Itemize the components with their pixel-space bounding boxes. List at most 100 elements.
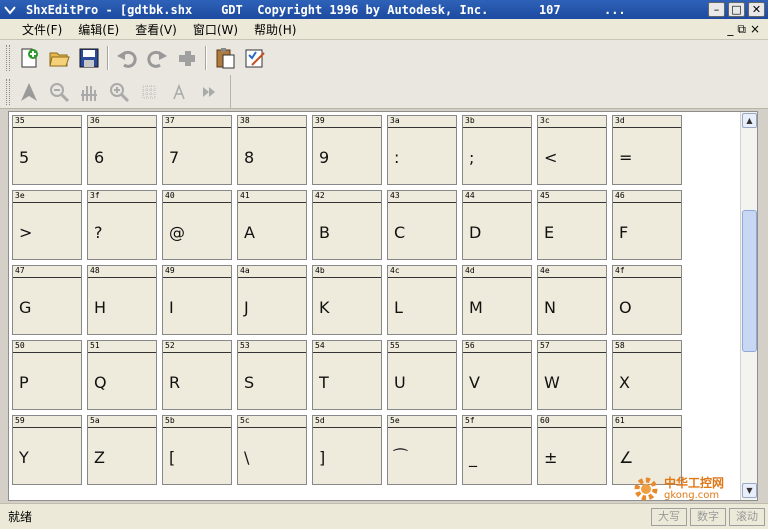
- glyph-cell[interactable]: 3c <: [537, 115, 607, 185]
- glyph-cell[interactable]: 48 H: [87, 265, 157, 335]
- glyph-cell[interactable]: 4f O: [612, 265, 682, 335]
- glyph-header-line: [463, 427, 531, 428]
- glyph-header-line: [238, 277, 306, 278]
- maximize-button[interactable]: □: [728, 2, 745, 17]
- minimize-button[interactable]: –: [708, 2, 725, 17]
- glyph-cell[interactable]: 5e ⁀: [387, 415, 457, 485]
- glyph-cell[interactable]: 53 S: [237, 340, 307, 410]
- zoom-in-icon[interactable]: [106, 79, 132, 105]
- menu-file[interactable]: 文件(F): [14, 21, 70, 38]
- glyph-header-line: [463, 352, 531, 353]
- glyph-cell[interactable]: 50 P: [12, 340, 82, 410]
- glyph-cell[interactable]: 46 F: [612, 190, 682, 260]
- glyph-cell[interactable]: 51 Q: [87, 340, 157, 410]
- pointer-icon[interactable]: [16, 79, 42, 105]
- gear-icon: [634, 477, 658, 501]
- menu-window[interactable]: 窗口(W): [185, 21, 246, 38]
- menu-help[interactable]: 帮助(H): [246, 21, 304, 38]
- glyph-header-line: [163, 277, 231, 278]
- glyph-char: A: [244, 223, 255, 242]
- toolbar-grip[interactable]: [6, 78, 10, 105]
- glyph-cell[interactable]: 54 T: [312, 340, 382, 410]
- glyph-cell[interactable]: 41 A: [237, 190, 307, 260]
- properties-icon[interactable]: [242, 45, 268, 71]
- glyph-cell[interactable]: 3a:: [387, 115, 457, 185]
- window-title: ShxEditPro - [gdtbk.shx GDT Copyright 19…: [26, 2, 626, 17]
- glyph-cell[interactable]: 3e >: [12, 190, 82, 260]
- caps-lock-indicator: 大写: [651, 507, 687, 526]
- menu-view[interactable]: 查看(V): [127, 21, 185, 38]
- glyph-char: >: [19, 223, 33, 242]
- glyph-cell[interactable]: 5d]: [312, 415, 382, 485]
- undo-icon[interactable]: [114, 45, 140, 71]
- text-icon[interactable]: [166, 79, 192, 105]
- glyph-char: B: [319, 223, 330, 242]
- glyph-cell[interactable]: 57 W: [537, 340, 607, 410]
- glyph-header-line: [163, 127, 231, 128]
- glyph-cell[interactable]: 4a J: [237, 265, 307, 335]
- glyph-cell[interactable]: 4b K: [312, 265, 382, 335]
- glyph-code: 4e: [540, 266, 550, 275]
- save-icon[interactable]: [76, 45, 102, 71]
- glyph-cell[interactable]: 3b;: [462, 115, 532, 185]
- glyph-cell[interactable]: 5f _: [462, 415, 532, 485]
- glyph-cell[interactable]: 4e N: [537, 265, 607, 335]
- glyph-cell[interactable]: 45 E: [537, 190, 607, 260]
- glyph-cell[interactable]: 47 G: [12, 265, 82, 335]
- glyph-code: 5f: [465, 416, 475, 425]
- paste-icon[interactable]: [212, 45, 238, 71]
- glyph-cell[interactable]: 60 ±: [537, 415, 607, 485]
- open-icon[interactable]: [46, 45, 72, 71]
- glyph-cell[interactable]: 44 D: [462, 190, 532, 260]
- glyph-cell[interactable]: 3f?: [87, 190, 157, 260]
- glyph-header-line: [388, 277, 456, 278]
- glyph-cell[interactable]: 55 U: [387, 340, 457, 410]
- glyph-cell[interactable]: 5a Z: [87, 415, 157, 485]
- glyph-char: ;: [469, 148, 475, 167]
- toolbar-grip[interactable]: [6, 45, 10, 71]
- glyph-cell[interactable]: 59 Y: [12, 415, 82, 485]
- glyph-cell[interactable]: 4c L: [387, 265, 457, 335]
- zoom-out-icon[interactable]: [46, 79, 72, 105]
- glyph-cell[interactable]: 4d M: [462, 265, 532, 335]
- pan-icon[interactable]: [76, 79, 102, 105]
- glyph-cell[interactable]: 42 B: [312, 190, 382, 260]
- scroll-thumb[interactable]: [742, 210, 757, 352]
- menu-edit[interactable]: 编辑(E): [70, 21, 127, 38]
- vertical-scrollbar[interactable]: ▲ ▼: [740, 112, 757, 500]
- glyph-cell[interactable]: 52 R: [162, 340, 232, 410]
- mdi-minimize-button[interactable]: _: [727, 22, 733, 37]
- scroll-up-button[interactable]: ▲: [742, 113, 757, 128]
- run-icon[interactable]: [196, 79, 222, 105]
- glyph-cell[interactable]: 40 @: [162, 190, 232, 260]
- glyph-cell[interactable]: 39 9: [312, 115, 382, 185]
- mdi-restore-button[interactable]: ⧉: [737, 22, 746, 37]
- system-menu-icon[interactable]: [0, 0, 20, 19]
- glyph-cell[interactable]: 35 5: [12, 115, 82, 185]
- glyph-cell[interactable]: 58 X: [612, 340, 682, 410]
- redo-icon[interactable]: [144, 45, 170, 71]
- glyph-code: 55: [390, 341, 400, 350]
- glyph-header-line: [538, 277, 606, 278]
- glyph-cell[interactable]: 56 V: [462, 340, 532, 410]
- glyph-cell[interactable]: 49 I: [162, 265, 232, 335]
- glyph-code: 5d: [315, 416, 325, 425]
- mdi-close-button[interactable]: ×: [750, 22, 760, 37]
- glyph-cell[interactable]: 37 7: [162, 115, 232, 185]
- close-button[interactable]: ✕: [748, 2, 765, 17]
- glyph-code: 42: [315, 191, 325, 200]
- grid-icon[interactable]: [136, 79, 162, 105]
- glyph-cell[interactable]: 3d =: [612, 115, 682, 185]
- glyph-char: [: [169, 448, 176, 467]
- glyph-cell[interactable]: 36 6: [87, 115, 157, 185]
- glyph-cell[interactable]: 38 8: [237, 115, 307, 185]
- glyph-cell[interactable]: 5b [: [162, 415, 232, 485]
- glyph-view[interactable]: 35 5 36 6 37 7 38 8 39 9 3a:3b; 3c <3d = 3e >3f? 40 @41 A 4…: [8, 111, 758, 501]
- glyph-cell[interactable]: 43 C: [387, 190, 457, 260]
- cut-icon[interactable]: [174, 45, 200, 71]
- new-icon[interactable]: [16, 45, 42, 71]
- glyph-cell[interactable]: 5c \: [237, 415, 307, 485]
- glyph-code: 5c: [240, 416, 250, 425]
- glyph-code: 52: [165, 341, 175, 350]
- glyph-char: =: [619, 148, 633, 167]
